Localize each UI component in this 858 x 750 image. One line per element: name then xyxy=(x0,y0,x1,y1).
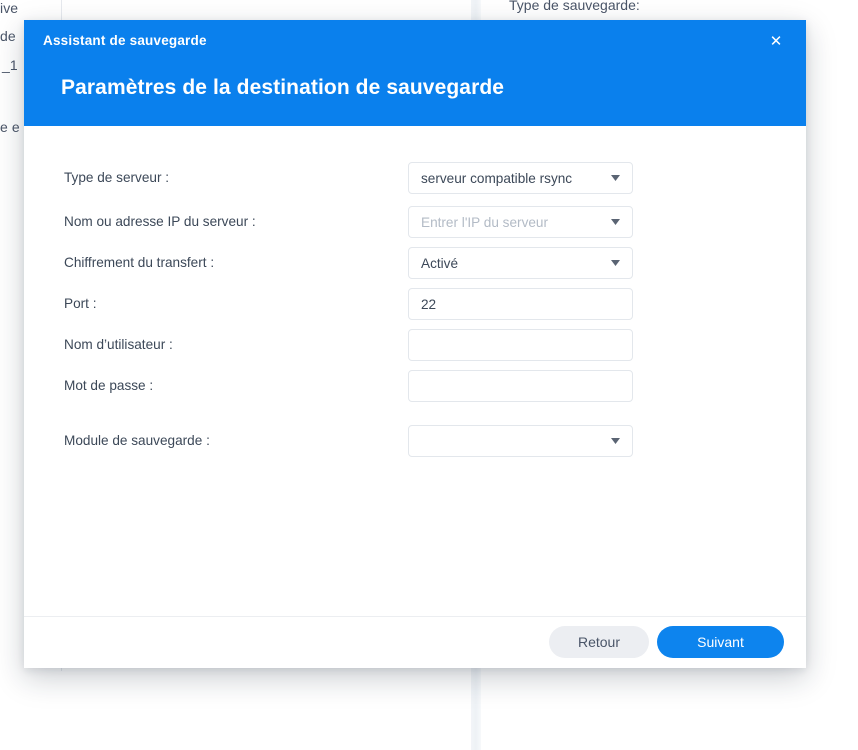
form-row-server-address: Nom ou adresse IP du serveur : Entrer l'… xyxy=(24,206,806,238)
background-text-fragment-de: de xyxy=(0,28,16,44)
server-type-select[interactable]: serveur compatible rsync xyxy=(408,162,633,194)
close-icon[interactable]: ✕ xyxy=(765,31,787,53)
server-type-value: serveur compatible rsync xyxy=(421,170,573,186)
encryption-value: Activé xyxy=(421,255,459,271)
chevron-down-icon xyxy=(604,219,626,225)
label-username: Nom d’utilisateur : xyxy=(64,337,173,352)
chevron-down-icon xyxy=(604,175,626,181)
back-button[interactable]: Retour xyxy=(549,626,649,658)
label-password: Mot de passe : xyxy=(64,378,154,393)
background-text-fragment-ive: ive xyxy=(0,0,19,16)
server-address-select[interactable]: Entrer l'IP du serveur xyxy=(408,206,633,238)
label-encryption: Chiffrement du transfert : xyxy=(64,255,215,270)
server-address-value: Entrer l'IP du serveur xyxy=(421,214,549,230)
dialog-footer: Retour Suivant xyxy=(24,616,806,668)
page-title: Paramètres de la destination de sauvegar… xyxy=(61,76,505,99)
chevron-down-icon xyxy=(604,438,626,444)
backup-wizard-dialog: Assistant de sauvegarde ✕ Paramètres de … xyxy=(24,20,806,668)
form-row-password: Mot de passe : xyxy=(24,370,806,402)
backup-module-select[interactable] xyxy=(408,425,633,457)
background-backup-type-label: Type de sauvegarde: xyxy=(509,0,640,13)
encryption-select[interactable]: Activé xyxy=(408,247,633,279)
dialog-window-title: Assistant de sauvegarde xyxy=(43,33,207,48)
background-text-fragment-one: _1 xyxy=(2,57,18,73)
form-row-backup-module: Module de sauvegarde : xyxy=(24,425,806,457)
dialog-header: Assistant de sauvegarde ✕ Paramètres de … xyxy=(24,20,806,126)
form-row-encryption: Chiffrement du transfert : Activé xyxy=(24,247,806,279)
next-button[interactable]: Suivant xyxy=(657,626,784,658)
password-input[interactable] xyxy=(408,370,633,402)
username-input[interactable] xyxy=(408,329,633,361)
chevron-down-icon xyxy=(604,260,626,266)
label-backup-module: Module de sauvegarde : xyxy=(64,433,210,448)
background-text-fragment-ee: e e xyxy=(0,119,20,135)
form-row-username: Nom d’utilisateur : xyxy=(24,329,806,361)
label-server-type: Type de serveur : xyxy=(64,170,170,185)
label-port: Port : xyxy=(64,296,97,311)
port-input[interactable]: 22 xyxy=(408,288,633,320)
label-server-address: Nom ou adresse IP du serveur : xyxy=(64,214,256,229)
dialog-body: Type de serveur : serveur compatible rsy… xyxy=(24,126,806,616)
port-value: 22 xyxy=(421,296,437,312)
form-row-server-type: Type de serveur : serveur compatible rsy… xyxy=(24,162,806,194)
form-row-port: Port : 22 xyxy=(24,288,806,320)
